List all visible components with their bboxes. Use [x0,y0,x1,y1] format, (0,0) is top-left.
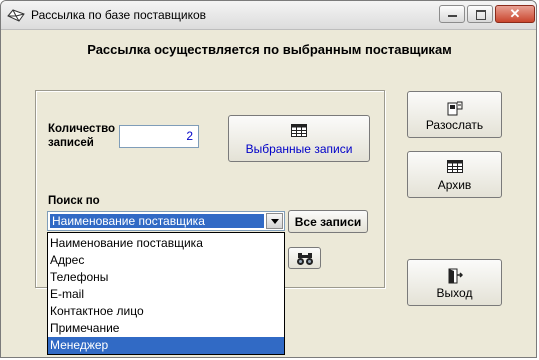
send-label: Разослать [425,118,484,132]
all-records-label: Все записи [294,215,362,229]
door-exit-icon [447,268,463,287]
close-icon: ✕ [509,6,521,21]
dropdown-option[interactable]: Телефоны [48,269,284,286]
search-by-label: Поиск по [48,195,100,207]
selected-records-button[interactable]: Выбранные записи [228,115,370,162]
send-mail-icon [447,100,463,119]
maximize-icon [476,10,486,20]
page-heading: Рассылка осуществляется по выбранным пос… [87,42,452,57]
dropdown-option[interactable]: Примечание [48,320,284,337]
record-count-field[interactable]: 2 [119,125,199,148]
table-grid-icon [291,124,307,140]
chevron-down-icon [271,219,279,224]
exit-label: Выход [436,286,473,300]
count-label-line2: записей [48,137,94,149]
main-window: Рассылка по базе поставщиков ✕ Рассылка … [0,0,537,358]
search-field-combobox[interactable]: Наименование поставщика [47,211,285,231]
count-label-line1: Количество [48,123,116,135]
dropdown-option[interactable]: Контактное лицо [48,303,284,320]
close-button[interactable]: ✕ [495,5,535,23]
dropdown-option[interactable]: Адрес [48,252,284,269]
archive-label: Архив [437,178,472,192]
send-button[interactable]: Разослать [407,91,502,138]
selected-records-label: Выбранные записи [245,142,353,156]
window-title: Рассылка по базе поставщиков [31,8,207,22]
dropdown-option-highlighted[interactable]: Менеджер [48,337,284,354]
maximize-button[interactable] [467,5,493,23]
binoculars-icon [296,252,314,269]
mail-envelope-icon [7,7,25,23]
table-grid-icon [446,160,463,176]
dropdown-option[interactable]: E-mail [48,286,284,303]
find-button[interactable] [288,247,321,269]
archive-button[interactable]: Архив [407,151,502,198]
dropdown-option[interactable]: Наименование поставщика [48,235,284,252]
exit-button[interactable]: Выход [407,259,502,306]
combobox-selected-value: Наименование поставщика [50,214,264,228]
all-records-button[interactable]: Все записи [288,210,368,233]
title-bar[interactable]: Рассылка по базе поставщиков ✕ [1,1,536,30]
minimize-icon [448,15,457,17]
search-field-dropdown-list: Наименование поставщика Адрес Телефоны E… [47,232,285,355]
minimize-button[interactable] [439,5,465,23]
combobox-dropdown-button[interactable] [266,213,283,229]
